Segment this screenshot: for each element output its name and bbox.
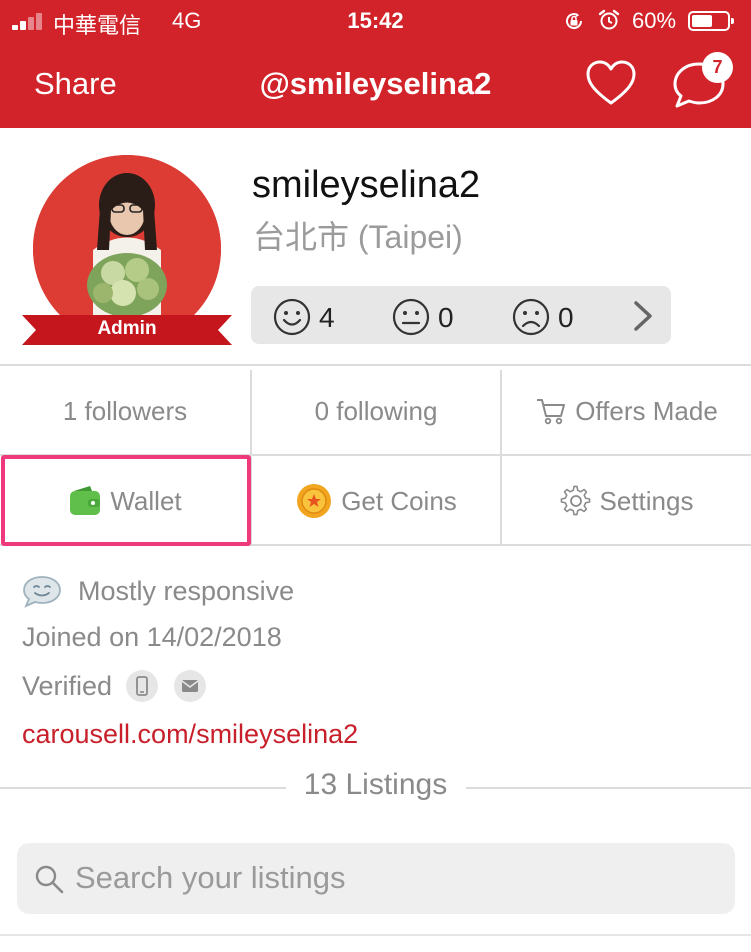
phone-verified-icon bbox=[126, 670, 159, 702]
gear-icon bbox=[560, 485, 590, 516]
search-input[interactable] bbox=[75, 851, 715, 905]
divider bbox=[0, 934, 751, 936]
profile-location: 台北市 (Taipei) bbox=[253, 219, 463, 255]
joined-date: Joined on 14/02/2018 bbox=[22, 622, 282, 652]
responsiveness-label: Mostly responsive bbox=[78, 575, 295, 606]
followers-button[interactable]: 1 followers bbox=[0, 368, 250, 454]
email-verified-icon bbox=[174, 670, 207, 702]
heart-icon[interactable] bbox=[585, 59, 637, 107]
status-bar: 中華電信 4G 15:42 60% bbox=[0, 0, 751, 42]
wallet-highlight-frame bbox=[1, 455, 251, 546]
negative-count: 0 bbox=[558, 302, 574, 333]
responsiveness-row: Mostly responsive bbox=[22, 574, 294, 608]
verified-row: Verified bbox=[22, 670, 207, 702]
coin-icon bbox=[297, 484, 332, 518]
alarm-icon bbox=[598, 9, 620, 30]
battery-percent: 60% bbox=[632, 8, 677, 33]
cart-icon bbox=[537, 399, 566, 425]
chat-bubble-smile-icon bbox=[23, 576, 61, 608]
search-bar[interactable] bbox=[17, 843, 735, 914]
search-icon bbox=[35, 865, 64, 894]
reviews-summary-button[interactable]: 4 0 0 bbox=[251, 286, 671, 344]
get-coins-button[interactable]: Get Coins bbox=[252, 458, 500, 544]
following-button[interactable]: 0 following bbox=[252, 368, 500, 454]
message-count-badge: 7 bbox=[702, 52, 733, 83]
smiley-happy-icon bbox=[273, 298, 311, 336]
offers-made-button[interactable]: Offers Made bbox=[502, 368, 751, 454]
get-coins-label: Get Coins bbox=[341, 485, 457, 516]
settings-label: Settings bbox=[599, 485, 694, 516]
listings-count: 13 Listings bbox=[303, 768, 448, 801]
rotation-lock-icon bbox=[566, 13, 583, 30]
settings-button[interactable]: Settings bbox=[502, 458, 751, 544]
following-label: 0 following bbox=[314, 395, 438, 426]
profile-link[interactable]: carousell.com/smileyselina2 bbox=[22, 719, 358, 750]
divider bbox=[466, 787, 751, 789]
top-bar: 中華電信 4G 15:42 60% Share @smileyselina2 7 bbox=[0, 0, 751, 128]
divider bbox=[0, 364, 751, 366]
chevron-right-icon bbox=[634, 301, 652, 331]
neutral-count: 0 bbox=[438, 302, 454, 333]
followers-label: 1 followers bbox=[62, 395, 188, 426]
battery-icon bbox=[688, 11, 734, 31]
positive-count: 4 bbox=[319, 302, 335, 333]
page-title: @smileyselina2 bbox=[259, 66, 492, 101]
profile-username: smileyselina2 bbox=[252, 164, 481, 206]
verified-label: Verified bbox=[22, 670, 113, 701]
smiley-sad-icon bbox=[512, 298, 550, 336]
offers-made-label: Offers Made bbox=[575, 395, 718, 426]
admin-badge-label: Admin bbox=[97, 318, 157, 339]
smiley-neutral-icon bbox=[392, 298, 430, 336]
